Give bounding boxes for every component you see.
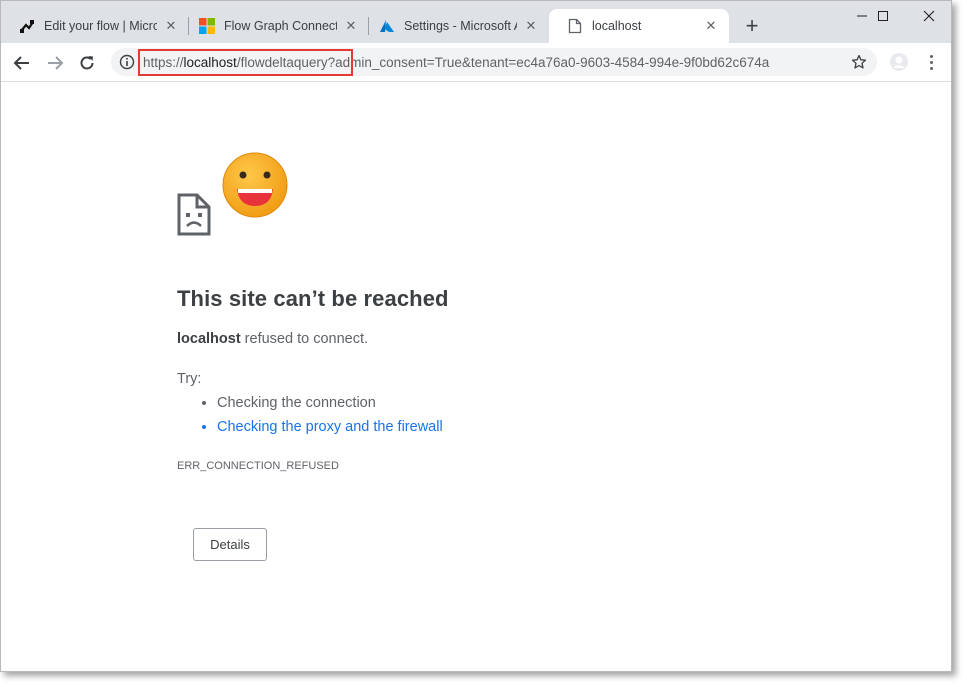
microsoft-logo-icon [199, 18, 215, 34]
error-heading: This site can’t be reached [177, 286, 449, 311]
sad-page-icon [177, 193, 211, 236]
tab-localhost[interactable]: localhost ✕ [549, 9, 729, 43]
suggestion-list: Checking the connection Checking the pro… [177, 391, 443, 439]
smiley-emoji-icon [222, 152, 288, 218]
tab-title: Settings - Microsoft A [404, 19, 517, 33]
details-button[interactable]: Details [193, 528, 267, 561]
tab-strip: Edit your flow | Micro ✕ Flow Graph Conn… [1, 1, 951, 43]
tab-title: Edit your flow | Micro [44, 19, 157, 33]
suggestion-item: Checking the connection [217, 391, 443, 415]
browser-toolbar: https://localhost/flowdeltaquery?admin_c… [1, 43, 951, 82]
tab-title: Flow Graph Connectio [224, 19, 337, 33]
page-icon [567, 18, 583, 34]
close-icon[interactable]: ✕ [523, 18, 539, 34]
profile-avatar[interactable] [889, 52, 909, 72]
url-path: /flowdeltaquery?admin_consent=True&tenan… [236, 54, 770, 70]
address-bar[interactable]: https://localhost/flowdeltaquery?admin_c… [111, 48, 877, 76]
menu-dot-icon [929, 54, 933, 58]
window-close-button[interactable] [906, 1, 951, 31]
bookmark-star-icon[interactable] [851, 54, 867, 70]
url-text[interactable]: https://localhost/flowdeltaquery?admin_c… [143, 55, 769, 70]
tab-flow-graph[interactable]: Flow Graph Connectio ✕ [181, 9, 369, 43]
menu-dot-icon [929, 66, 933, 70]
info-icon[interactable] [119, 54, 135, 70]
error-host: localhost [177, 331, 241, 347]
azure-icon [379, 18, 395, 34]
url-scheme: https:// [143, 54, 184, 70]
tab-settings[interactable]: Settings - Microsoft A ✕ [361, 9, 549, 43]
error-page: This site can’t be reached localhost ref… [1, 82, 951, 671]
url-host: localhost [183, 54, 237, 70]
close-icon[interactable]: ✕ [343, 18, 359, 34]
back-button[interactable] [10, 51, 34, 75]
flow-icon [19, 18, 35, 34]
tab-edit-flow[interactable]: Edit your flow | Micro ✕ [1, 9, 189, 43]
suggestion-link-proxy[interactable]: Checking the proxy and the firewall [217, 415, 443, 439]
error-message-text: refused to connect. [240, 331, 369, 347]
close-icon[interactable]: ✕ [703, 18, 719, 34]
reload-button[interactable] [75, 51, 99, 75]
forward-button[interactable] [43, 51, 67, 75]
menu-dot-icon [929, 60, 933, 64]
error-message: localhost refused to connect. [177, 331, 368, 347]
close-icon [923, 10, 935, 22]
try-label: Try: [177, 371, 202, 387]
reload-icon [80, 56, 94, 70]
error-code: ERR_CONNECTION_REFUSED [177, 460, 339, 472]
browser-window: Edit your flow | Micro ✕ Flow Graph Conn… [0, 0, 952, 672]
maximize-icon [878, 11, 888, 21]
close-icon[interactable]: ✕ [163, 18, 179, 34]
forward-arrow-icon [48, 56, 64, 70]
avatar-icon [890, 53, 908, 71]
tab-title: localhost [592, 19, 642, 33]
back-arrow-icon [13, 56, 29, 70]
maximize-button[interactable] [860, 1, 906, 31]
browser-menu-button[interactable] [921, 52, 941, 72]
new-tab-button[interactable]: + [741, 15, 763, 37]
